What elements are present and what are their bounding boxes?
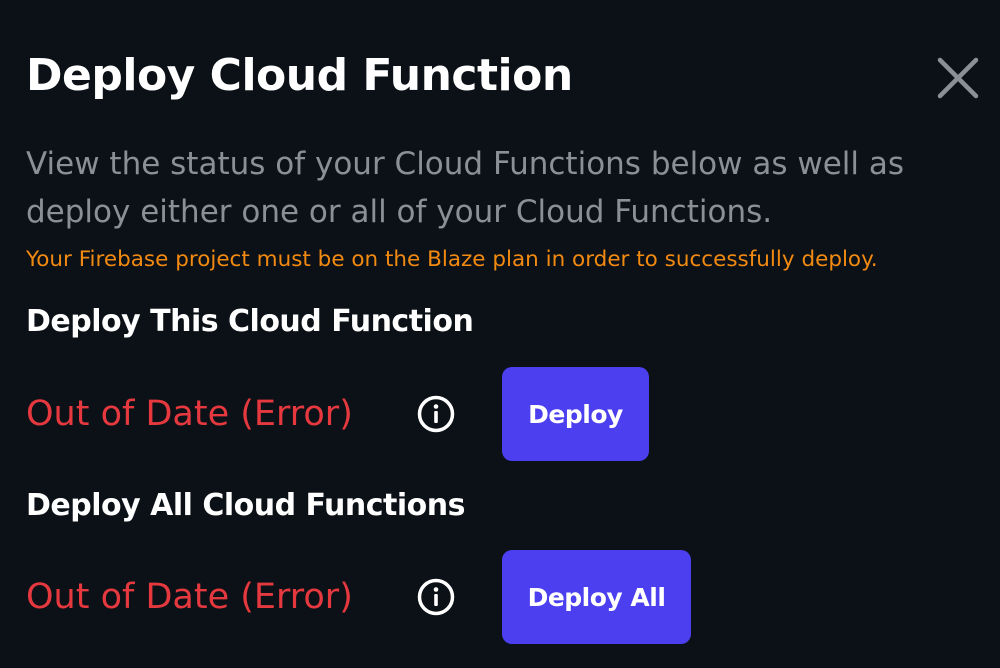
info-icon[interactable] [416, 394, 456, 434]
deploy-all-status: Out of Date (Error) [26, 577, 353, 617]
deploy-this-row: Out of Date (Error) Deploy [26, 367, 649, 461]
dialog-description: View the status of your Cloud Functions … [26, 146, 905, 230]
deploy-all-heading: Deploy All Cloud Functions [26, 488, 465, 523]
deploy-all-button[interactable]: Deploy All [502, 550, 691, 644]
deploy-cloud-function-dialog: Deploy Cloud Function View the status of… [0, 0, 1000, 668]
close-button[interactable] [930, 50, 986, 106]
deploy-all-row: Out of Date (Error) Deploy All [26, 550, 691, 644]
close-icon [937, 57, 979, 99]
deploy-this-heading: Deploy This Cloud Function [26, 304, 474, 339]
deploy-this-status: Out of Date (Error) [26, 394, 353, 434]
info-icon[interactable] [416, 577, 456, 617]
dialog-title: Deploy Cloud Function [26, 50, 573, 101]
blaze-plan-warning: Your Firebase project must be on the Bla… [26, 247, 878, 272]
deploy-button[interactable]: Deploy [502, 367, 649, 461]
